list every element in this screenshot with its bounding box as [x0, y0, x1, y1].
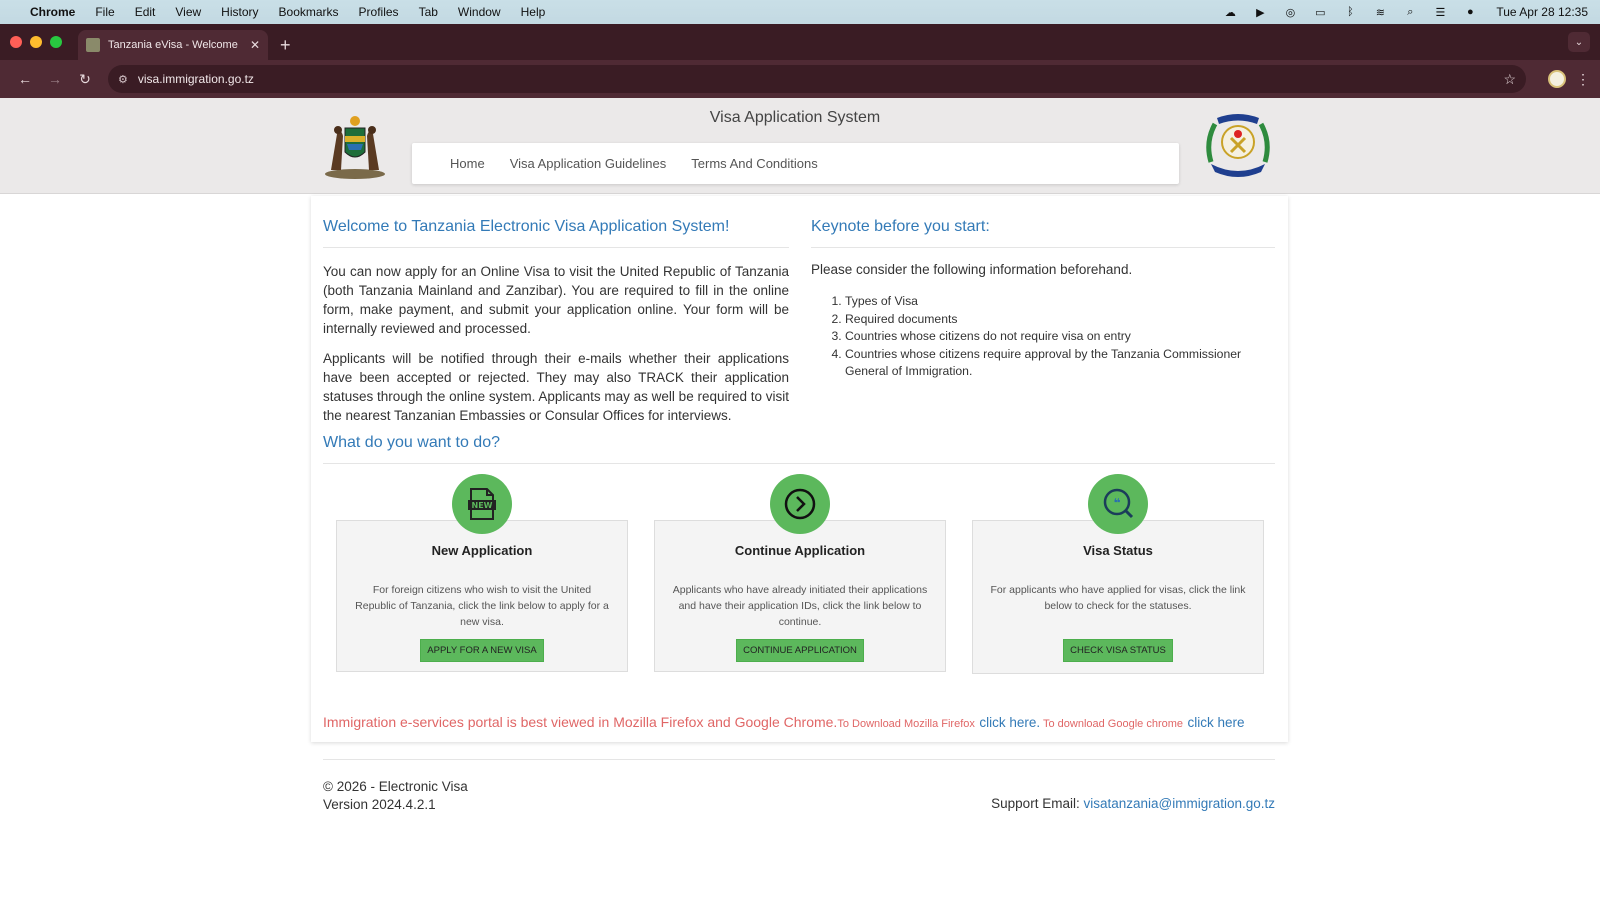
- list-item[interactable]: Required documents: [845, 311, 1275, 329]
- actions-section: What do you want to do?: [323, 434, 1275, 478]
- menu-profiles[interactable]: Profiles: [359, 5, 399, 19]
- card-description: For applicants who have applied for visa…: [990, 584, 1246, 612]
- list-item[interactable]: Countries whose citizens do not require …: [845, 328, 1275, 346]
- play-icon[interactable]: ▶: [1252, 6, 1268, 19]
- control-center-icon[interactable]: ☰: [1432, 6, 1448, 19]
- status-area: ☁ ▶ ◎ ▭ ᛒ ≋ ⌕ ☰ ● Tue Apr 28 12:35: [1222, 5, 1588, 19]
- tab-favicon-icon: [86, 38, 100, 52]
- visa-status-card: ❝ Visa Status For applicants who have ap…: [972, 474, 1264, 674]
- notice-chrome-text: To download Google chrome: [1040, 718, 1184, 730]
- menu-tab[interactable]: Tab: [419, 5, 438, 19]
- firefox-download-link[interactable]: click here.: [979, 715, 1040, 730]
- apply-new-visa-button[interactable]: APPLY FOR A NEW VISA: [420, 639, 544, 662]
- minimize-window-button[interactable]: [30, 36, 42, 48]
- cloud-icon[interactable]: ☁: [1222, 6, 1238, 19]
- welcome-heading: Welcome to Tanzania Electronic Visa Appl…: [323, 218, 789, 248]
- footer-support: Support Email: visatanzania@immigration.…: [991, 796, 1275, 811]
- new-application-card: NEW New Application For foreign citizens…: [336, 474, 628, 672]
- card-title: Continue Application: [734, 543, 866, 558]
- check-visa-status-button[interactable]: CHECK VISA STATUS: [1063, 639, 1173, 662]
- close-window-button[interactable]: [10, 36, 22, 48]
- footer-version: Version 2024.4.2.1: [323, 797, 436, 812]
- battery-icon[interactable]: ▭: [1312, 6, 1328, 19]
- tab-close-icon[interactable]: ✕: [250, 38, 260, 52]
- web-page: Visa Application System Home Visa Applic…: [0, 98, 1600, 900]
- keynote-intro: Please consider the following informatio…: [811, 262, 1133, 277]
- spotlight-search-icon[interactable]: ⌕: [1402, 6, 1418, 18]
- tab-search-chevron-icon[interactable]: ⌄: [1568, 32, 1590, 52]
- chrome-download-link[interactable]: click here: [1187, 715, 1244, 730]
- address-url[interactable]: visa.immigration.go.tz: [138, 72, 1504, 86]
- welcome-paragraph-1: You can now apply for an Online Visa to …: [323, 264, 789, 336]
- notice-firefox-text: To Download Mozilla Firefox: [837, 718, 975, 730]
- main-content-panel: Welcome to Tanzania Electronic Visa Appl…: [311, 196, 1288, 742]
- menu-window[interactable]: Window: [458, 5, 501, 19]
- wifi-icon[interactable]: ≋: [1372, 6, 1388, 19]
- tab-active[interactable]: Tanzania eVisa - Welcome ✕: [78, 30, 268, 60]
- keynote-list: Types of Visa Required documents Countri…: [811, 293, 1275, 381]
- back-button[interactable]: ←: [10, 71, 40, 87]
- continue-application-card: Continue Application Applicants who have…: [654, 474, 946, 672]
- support-label: Support Email:: [991, 796, 1084, 811]
- browser-toolbar: ← → ↻ ⚙ visa.immigration.go.tz ☆ ⋮: [0, 60, 1600, 98]
- card-title: New Application: [431, 543, 533, 558]
- list-item[interactable]: Countries whose citizens require approva…: [845, 346, 1275, 381]
- actions-heading: What do you want to do?: [323, 434, 1275, 464]
- forward-button[interactable]: →: [40, 71, 70, 87]
- notice-main: Immigration e-services portal is best vi…: [323, 714, 838, 730]
- search-chat-icon: ❝: [1088, 474, 1148, 534]
- airdrop-icon[interactable]: ◎: [1282, 6, 1298, 19]
- svg-text:❝: ❝: [1113, 496, 1120, 510]
- site-header: Visa Application System Home Visa Applic…: [0, 98, 1600, 194]
- macos-menubar: Chrome File Edit View History Bookmarks …: [0, 0, 1600, 24]
- menu-app-name[interactable]: Chrome: [30, 5, 75, 19]
- new-tab-button[interactable]: +: [280, 30, 291, 60]
- card-description: For foreign citizens who wish to visit t…: [355, 584, 609, 628]
- list-item[interactable]: Types of Visa: [845, 293, 1275, 311]
- welcome-paragraph-2: Applicants will be notified through thei…: [323, 351, 789, 423]
- svg-text:NEW: NEW: [472, 501, 493, 510]
- nav-terms[interactable]: Terms And Conditions: [691, 156, 817, 171]
- arrow-circle-right-icon: [770, 474, 830, 534]
- nav-home[interactable]: Home: [450, 156, 485, 171]
- menu-help[interactable]: Help: [521, 5, 546, 19]
- profile-avatar[interactable]: [1548, 70, 1566, 88]
- zoom-window-button[interactable]: [50, 36, 62, 48]
- keynote-heading: Keynote before you start:: [811, 218, 1275, 248]
- tab-title: Tanzania eVisa - Welcome: [108, 39, 238, 51]
- menubar-clock[interactable]: Tue Apr 28 12:35: [1496, 5, 1588, 19]
- browser-window: Chrome File Edit View History Bookmarks …: [0, 0, 1600, 900]
- reload-button[interactable]: ↻: [70, 71, 100, 88]
- menu-history[interactable]: History: [221, 5, 258, 19]
- immigration-logo[interactable]: [1201, 112, 1275, 180]
- action-cards: NEW New Application For foreign citizens…: [336, 474, 1266, 686]
- browser-menu-icon[interactable]: ⋮: [1576, 71, 1590, 88]
- address-bar[interactable]: ⚙ visa.immigration.go.tz ☆: [108, 65, 1526, 93]
- nav-guidelines[interactable]: Visa Application Guidelines: [510, 156, 667, 171]
- new-document-icon: NEW: [452, 474, 512, 534]
- window-controls: [10, 24, 62, 60]
- site-title: Visa Application System: [709, 109, 881, 126]
- footer-info: © 2026 - Electronic Visa Version 2024.4.…: [323, 778, 468, 814]
- menu-file[interactable]: File: [95, 5, 114, 19]
- footer-copyright: © 2026 - Electronic Visa: [323, 779, 468, 794]
- tab-strip: Tanzania eVisa - Welcome ✕ + ⌄: [0, 24, 1600, 60]
- card-description: Applicants who have already initiated th…: [672, 584, 928, 628]
- browser-notice: Immigration e-services portal is best vi…: [323, 714, 1283, 732]
- main-nav: Home Visa Application Guidelines Terms A…: [412, 143, 1179, 184]
- bluetooth-icon[interactable]: ᛒ: [1342, 6, 1358, 18]
- site-info-icon[interactable]: ⚙: [118, 73, 128, 86]
- keynote-section: Keynote before you start: Please conside…: [811, 218, 1275, 381]
- bookmark-star-icon[interactable]: ☆: [1503, 71, 1516, 88]
- support-email-link[interactable]: visatanzania@immigration.go.tz: [1083, 796, 1275, 811]
- card-title: Visa Status: [1083, 543, 1153, 558]
- menu-view[interactable]: View: [175, 5, 201, 19]
- menu-bookmarks[interactable]: Bookmarks: [279, 5, 339, 19]
- welcome-section: Welcome to Tanzania Electronic Visa Appl…: [323, 218, 789, 436]
- menu-edit[interactable]: Edit: [135, 5, 156, 19]
- footer-divider: [323, 759, 1275, 760]
- siri-icon[interactable]: ●: [1462, 6, 1478, 18]
- continue-application-button[interactable]: CONTINUE APPLICATION: [736, 639, 864, 662]
